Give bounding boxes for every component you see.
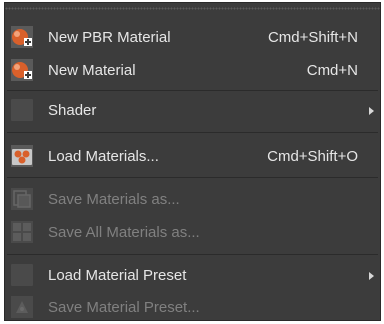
menu-grip-handle[interactable] [5, 3, 380, 17]
shader-placeholder-icon [9, 97, 35, 123]
menu-item-label: Save Materials as... [48, 191, 180, 208]
menu-item-save-materials-as: Save Materials as... [5, 183, 380, 216]
menu-separator [7, 254, 378, 255]
menu-item-label: Save All Materials as... [48, 224, 200, 241]
menu-item-new-pbr-material[interactable]: New PBR Material Cmd+Shift+N [5, 21, 380, 54]
menu-item-label: Shader [48, 102, 97, 119]
menu-separator [7, 90, 378, 91]
menu-item-shader[interactable]: Shader [5, 94, 380, 127]
new-material-icon [9, 57, 35, 83]
menu-item-load-material-preset[interactable]: Load Material Preset [5, 259, 380, 292]
load-preset-placeholder-icon [9, 262, 35, 288]
load-materials-icon [9, 143, 35, 169]
save-all-materials-icon [9, 219, 35, 245]
menu-item-new-material[interactable]: New Material Cmd+N [5, 54, 380, 87]
menu-separator [7, 177, 378, 178]
menu-item-shortcut: Cmd+Shift+N [267, 29, 358, 46]
menu-item-label: Load Materials... [48, 148, 159, 165]
save-materials-icon [9, 186, 35, 212]
new-pbr-material-icon [9, 24, 35, 50]
menu-item-load-materials[interactable]: Load Materials... Cmd+Shift+O [5, 140, 380, 173]
menu-separator [7, 132, 378, 133]
menu-item-label: Load Material Preset [48, 267, 187, 284]
menu-item-shortcut: Cmd+Shift+O [267, 148, 358, 165]
menu-item-save-material-preset: Save Material Preset... [5, 291, 380, 324]
menu-item-shortcut: Cmd+N [306, 62, 358, 79]
menu-item-label: New PBR Material [48, 29, 171, 46]
material-menu: New PBR Material Cmd+Shift+N New Materia… [4, 2, 381, 321]
submenu-arrow-icon [369, 106, 374, 115]
submenu-arrow-icon [369, 271, 374, 280]
menu-item-label: New Material [48, 62, 136, 79]
menu-item-save-all-materials-as: Save All Materials as... [5, 216, 380, 249]
save-material-preset-icon [9, 294, 35, 320]
menu-item-label: Save Material Preset... [48, 299, 200, 316]
